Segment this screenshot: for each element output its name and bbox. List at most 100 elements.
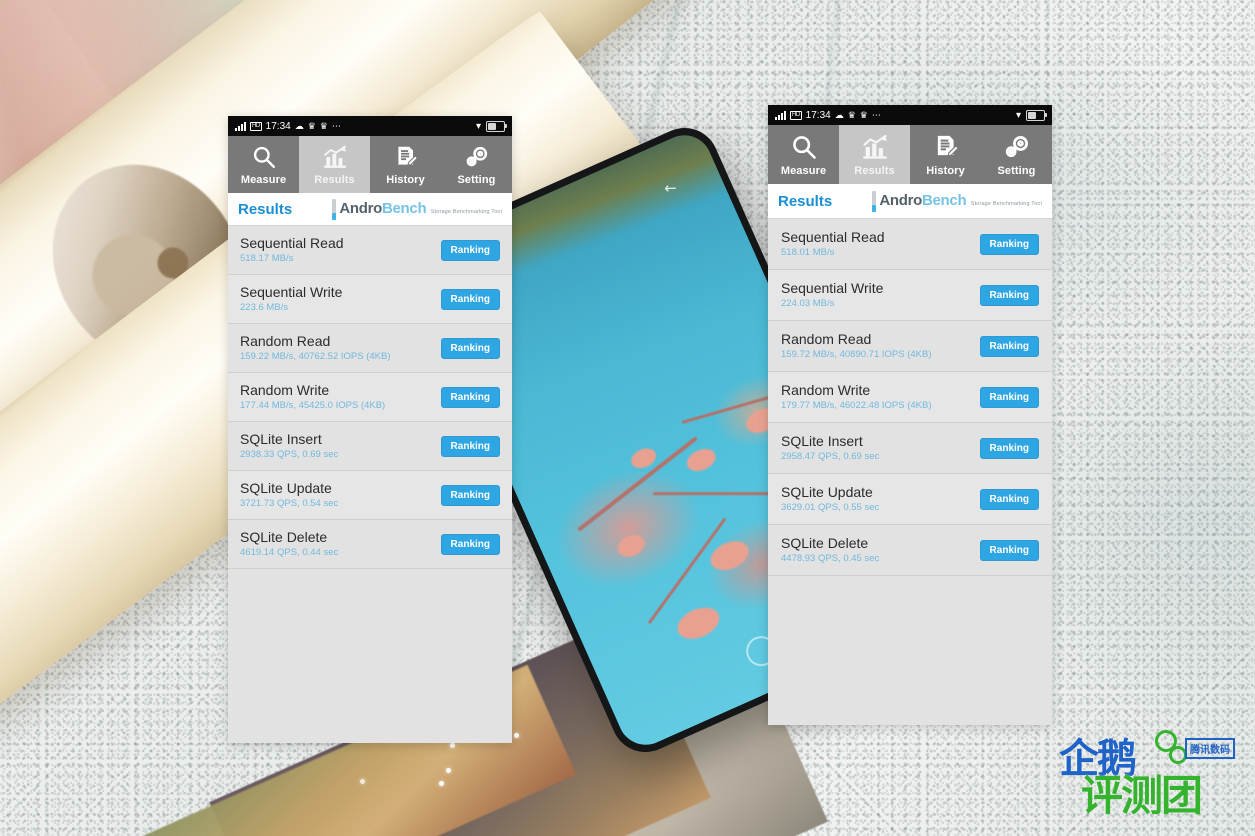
results-list: Sequential Read 518.17 MB/s Ranking Sequent…: [228, 226, 512, 570]
ranking-button[interactable]: Ranking: [979, 233, 1039, 255]
ranking-button[interactable]: Ranking: [979, 488, 1039, 510]
bokeh-dot: [446, 768, 451, 773]
ranking-button[interactable]: Ranking: [440, 288, 500, 310]
result-value: 4478.93 QPS, 0.45 sec: [781, 553, 880, 565]
tab-results-label: Results: [314, 174, 355, 186]
bar-chart-icon: [861, 133, 889, 161]
result-info: Sequential Read 518.17 MB/s: [240, 235, 344, 265]
result-name: Sequential Write: [781, 280, 884, 297]
signal-icon: [775, 110, 786, 120]
table-row[interactable]: Random Write 179.77 MB/s, 46022.48 IOPS (…: [768, 372, 1052, 424]
hd-icon: HD: [790, 110, 802, 120]
result-info: SQLite Insert 2938.33 QPS, 0.69 sec: [240, 431, 338, 461]
logo-mark: [332, 198, 337, 220]
result-name: SQLite Delete: [781, 535, 869, 552]
right-phone-screenshot: HD 17:34 ☁ ♛ ♛ ⋯ ▾ Measure Results Histo…: [768, 105, 1052, 725]
document-pen-icon: [393, 144, 419, 170]
battery-icon: [486, 120, 507, 132]
result-info: Random Write 177.44 MB/s, 45425.0 IOPS (4…: [240, 382, 385, 412]
result-value: 179.77 MB/s, 46022.48 IOPS (4KB): [781, 400, 932, 412]
tab-results[interactable]: Results: [299, 136, 370, 193]
ranking-button[interactable]: Ranking: [979, 437, 1039, 459]
table-row[interactable]: Random Write 177.44 MB/s, 45425.0 IOPS (4…: [228, 373, 512, 423]
tab-results-label: Results: [854, 165, 895, 177]
result-value: 3721.73 QPS, 0.54 sec: [240, 498, 339, 510]
result-name: Random Read: [781, 331, 872, 348]
blossom-bud: [614, 531, 649, 561]
ranking-button[interactable]: Ranking: [440, 533, 500, 555]
ranking-button[interactable]: Ranking: [440, 484, 500, 506]
tab-setting[interactable]: Setting: [981, 125, 1052, 184]
status-bar: HD 17:34 ☁ ♛ ♛ ⋯ ▾: [228, 116, 512, 136]
ranking-button[interactable]: Ranking: [979, 335, 1039, 357]
gears-icon: [464, 144, 490, 170]
table-row[interactable]: SQLite Insert 2938.33 QPS, 0.69 sec Rankin…: [228, 422, 512, 472]
magnifier-icon: [790, 133, 818, 161]
result-info: SQLite Delete 4478.93 QPS, 0.45 sec: [781, 535, 879, 565]
result-info: Random Write 179.77 MB/s, 46022.48 IOPS (…: [781, 382, 932, 412]
table-row[interactable]: SQLite Delete 4478.93 QPS, 0.45 sec Rankin…: [768, 525, 1052, 577]
ranking-button[interactable]: Ranking: [440, 337, 500, 359]
table-row[interactable]: Sequential Read 518.01 MB/s Ranking: [768, 219, 1052, 271]
androbench-logo: AndroBench Storage Benchmarking Tool: [332, 198, 502, 220]
tab-measure[interactable]: Measure: [228, 136, 299, 193]
tab-setting[interactable]: Setting: [441, 136, 512, 193]
table-row[interactable]: Random Read 159.72 MB/s, 40890.71 IOPS (4…: [768, 321, 1052, 373]
cloud-icon: ☁: [294, 120, 304, 131]
logo-mark: [872, 190, 877, 212]
result-value: 518.17 MB/s: [240, 253, 294, 265]
result-name: Sequential Write: [240, 284, 343, 301]
result-info: Sequential Write 224.03 MB/s: [781, 280, 883, 310]
cloud-icon: ☁: [834, 109, 844, 120]
bokeh-dot: [514, 733, 519, 738]
result-info: SQLite Update 3721.73 QPS, 0.54 sec: [240, 480, 338, 510]
result-value: 518.01 MB/s: [781, 247, 835, 259]
page-title: Results: [778, 192, 833, 210]
crown-icon: ♛: [847, 109, 856, 120]
table-row[interactable]: SQLite Update 3721.73 QPS, 0.54 sec Rankin…: [228, 471, 512, 521]
ranking-button[interactable]: Ranking: [440, 386, 500, 408]
ranking-button[interactable]: Ranking: [979, 284, 1039, 306]
table-row[interactable]: Sequential Read 518.17 MB/s Ranking: [228, 226, 512, 276]
tab-history[interactable]: History: [910, 125, 981, 184]
logo-text-andro: Andro: [879, 192, 922, 209]
wallpaper-arrow-icon: ↖: [660, 177, 682, 199]
crown-icon: ♛: [307, 120, 316, 131]
blossom-bud: [683, 444, 720, 476]
more-icon: ⋯: [871, 109, 881, 120]
tab-history-label: History: [926, 165, 965, 177]
ranking-button[interactable]: Ranking: [440, 239, 500, 261]
table-row[interactable]: SQLite Delete 4619.14 QPS, 0.44 sec Rankin…: [228, 520, 512, 570]
result-value: 2938.33 QPS, 0.69 sec: [240, 449, 339, 461]
result-value: 4619.14 QPS, 0.44 sec: [240, 547, 339, 559]
battery-icon: [1026, 109, 1047, 121]
wifi-icon: ▾: [475, 120, 481, 132]
table-row[interactable]: SQLite Update 3629.01 QPS, 0.55 sec Rankin…: [768, 474, 1052, 526]
result-info: Random Read 159.22 MB/s, 40762.52 IOPS (4…: [240, 333, 391, 363]
tab-measure[interactable]: Measure: [768, 125, 839, 184]
logo-tagline: Storage Benchmarking Tool: [430, 209, 502, 215]
blossom-bud: [672, 601, 725, 645]
tab-history[interactable]: History: [370, 136, 441, 193]
result-name: SQLite Insert: [781, 433, 863, 450]
list-empty-space: [228, 569, 512, 730]
list-empty-space: [768, 576, 1052, 725]
ranking-button[interactable]: Ranking: [440, 435, 500, 457]
result-name: SQLite Delete: [240, 529, 328, 546]
tab-bar: Measure Results History Setting: [228, 136, 512, 193]
ranking-button[interactable]: Ranking: [979, 386, 1039, 408]
logo-text-bench: Bench: [381, 200, 427, 217]
table-row[interactable]: Sequential Write 223.6 MB/s Ranking: [228, 275, 512, 325]
table-row[interactable]: Random Read 159.22 MB/s, 40762.52 IOPS (4…: [228, 324, 512, 374]
bokeh-dot: [439, 781, 444, 786]
result-name: SQLite Update: [781, 484, 873, 501]
tab-bar: Measure Results History Setting: [768, 125, 1052, 184]
ranking-button[interactable]: Ranking: [979, 539, 1039, 561]
table-row[interactable]: SQLite Insert 2958.47 QPS, 0.69 sec Rankin…: [768, 423, 1052, 475]
table-row[interactable]: Sequential Write 224.03 MB/s Ranking: [768, 270, 1052, 322]
title-bar: Results AndroBench Storage Benchmarking …: [228, 193, 512, 226]
magnifier-icon: [251, 144, 277, 170]
blossom-branch: [647, 517, 727, 625]
tab-results[interactable]: Results: [839, 125, 910, 184]
result-name: Sequential Read: [781, 229, 885, 245]
